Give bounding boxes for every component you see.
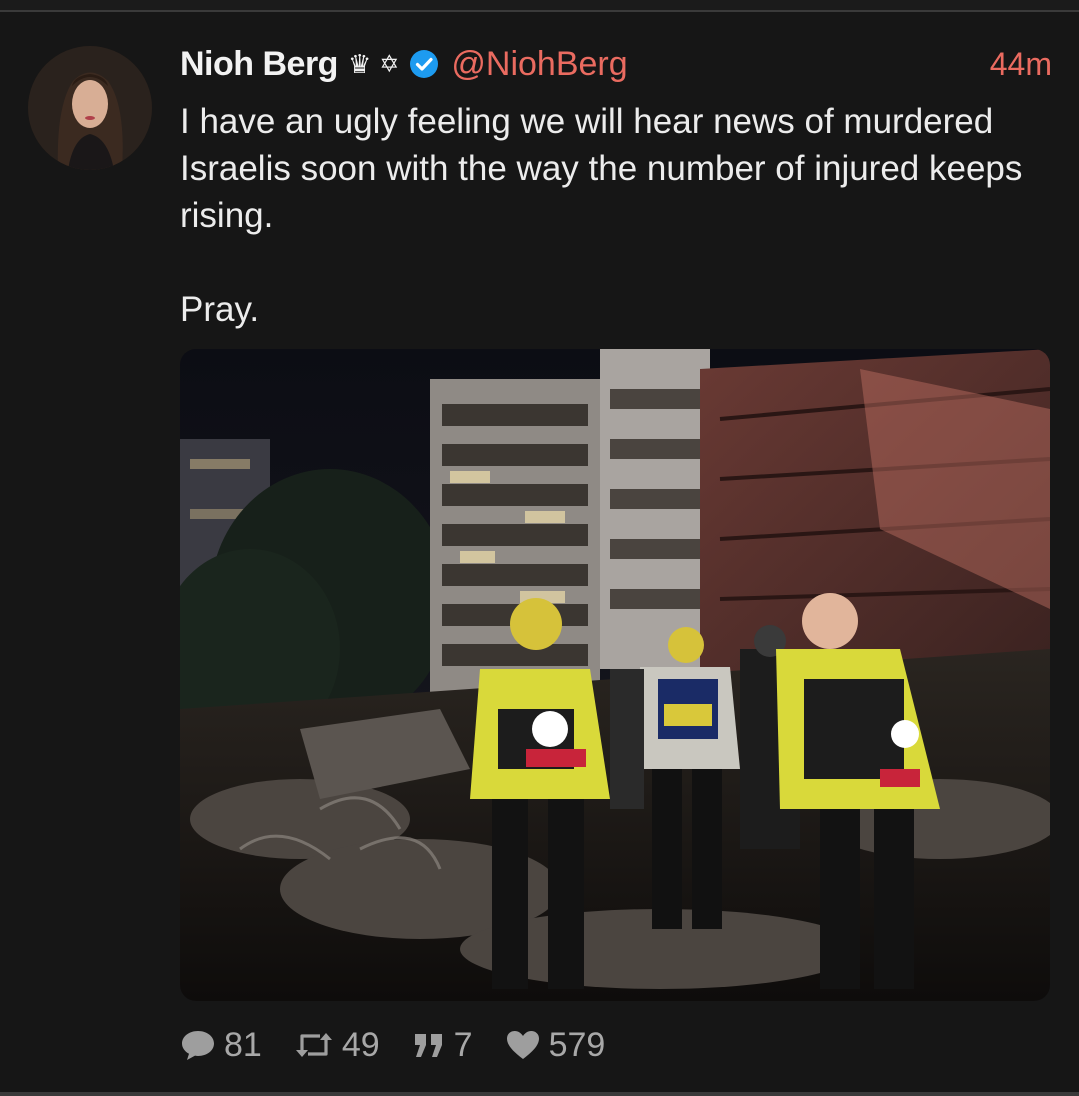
quote-button[interactable]: 7 (412, 1026, 473, 1065)
heart-icon (506, 1031, 539, 1059)
repost-icon (295, 1033, 332, 1057)
top-divider (0, 0, 1079, 12)
avatar-image (28, 46, 152, 170)
repost-button[interactable]: 49 (294, 1026, 380, 1065)
like-button[interactable]: 579 (505, 1025, 606, 1065)
crown-icon: ♛ (347, 48, 372, 79)
quote-icon (414, 1034, 442, 1057)
reply-icon (182, 1031, 214, 1060)
star-of-david-icon: ✡ (379, 50, 400, 78)
rescue-scene-image (180, 349, 1050, 1001)
avatar[interactable] (28, 46, 152, 170)
verified-icon (410, 50, 439, 78)
bottom-divider (0, 1092, 1079, 1096)
reply-count: 81 (224, 1025, 262, 1064)
repost-count: 49 (341, 1025, 380, 1064)
post-actions: 81 49 7 579 (180, 1022, 637, 1068)
author-handle[interactable]: @NiohBerg (451, 45, 627, 84)
like-count: 579 (548, 1025, 606, 1064)
quote-count: 7 (453, 1025, 473, 1064)
post-photo[interactable] (180, 349, 1050, 1001)
post-header: Nioh Berg ♛ ✡ @NiohBerg 44m (180, 42, 1052, 86)
post-timestamp[interactable]: 44m (990, 46, 1052, 83)
reply-button[interactable]: 81 (180, 1026, 262, 1065)
post-text: I have an ugly feeling we will hear news… (180, 102, 1023, 329)
author-name[interactable]: Nioh Berg (180, 45, 338, 84)
